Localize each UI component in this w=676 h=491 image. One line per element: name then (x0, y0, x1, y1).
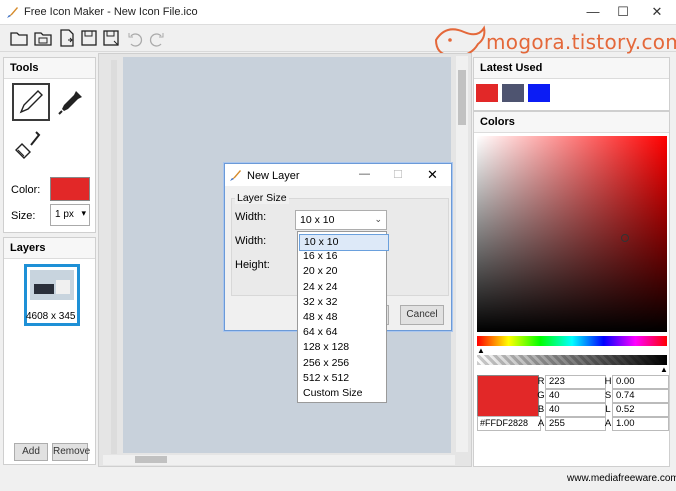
s-field[interactable]: 0.74 (612, 389, 669, 403)
add-layer-button[interactable]: Add (14, 443, 48, 461)
app-brush-icon (229, 168, 243, 185)
dropdown-option[interactable]: 48 x 48 (299, 310, 387, 325)
latest-swatch[interactable] (476, 84, 498, 102)
eyedropper-tool-icon[interactable] (54, 85, 88, 119)
b-label: B (537, 404, 545, 415)
l-label: L (605, 404, 611, 415)
b-field[interactable]: 40 (545, 403, 606, 417)
alpha-float-field[interactable]: 1.00 (612, 417, 669, 431)
h-field[interactable]: 0.00 (612, 375, 669, 389)
dropdown-option[interactable]: 24 x 24 (299, 280, 387, 295)
color-gradient-picker[interactable] (477, 136, 667, 332)
scroll-thumb[interactable] (135, 456, 167, 463)
hex-field[interactable]: #FFDF2828 (477, 416, 541, 431)
height-label: Height: (235, 259, 270, 271)
dialog-maximize-button[interactable]: ☐ (393, 168, 403, 181)
size-label: Size: (11, 210, 36, 222)
dialog-title-bar: New Layer — ☐ ✕ (225, 164, 451, 186)
new-file-icon[interactable] (56, 27, 78, 49)
layers-panel: Layers 4608 x 3456 Add Remove (3, 237, 96, 465)
r-field[interactable]: 223 (545, 375, 606, 389)
ruler-strip (111, 60, 117, 454)
undo-icon[interactable] (124, 27, 146, 49)
size-select[interactable]: 1 px ▾ (50, 204, 90, 226)
layer-image (30, 270, 74, 300)
dialog-close-button[interactable]: ✕ (427, 167, 438, 183)
size-preset-select[interactable]: 10 x 10 ⌄ (295, 210, 387, 230)
latest-used-header: Latest Used (474, 58, 669, 79)
picker-handle-icon[interactable] (621, 234, 629, 242)
save-as-icon[interactable] (100, 27, 122, 49)
size-preset-value: 10 x 10 (300, 214, 335, 226)
a-label: A (537, 418, 545, 429)
hue-marker-icon[interactable]: ▲ (477, 346, 485, 355)
size-value: 1 px (55, 209, 74, 220)
h-label: H (604, 376, 612, 387)
dropdown-option[interactable]: 256 x 256 (299, 356, 387, 371)
alpha-float-label: A (604, 418, 612, 429)
remove-layer-button[interactable]: Remove (52, 443, 90, 461)
latest-swatch[interactable] (502, 84, 524, 102)
open-folder-icon[interactable] (8, 27, 30, 49)
watermark-text: mogora.tistory.com (486, 30, 676, 54)
window-title: Free Icon Maker - New Icon File.ico (24, 6, 198, 18)
tools-panel: Tools Color: Size: 1 px ▾ (3, 57, 96, 233)
r-label: R (537, 376, 545, 387)
dropdown-option[interactable]: 128 x 128 (299, 340, 387, 355)
dropdown-option[interactable]: 64 x 64 (299, 325, 387, 340)
save-icon[interactable] (78, 27, 100, 49)
color-label: Color: (11, 184, 41, 196)
scroll-thumb[interactable] (458, 70, 466, 125)
dropdown-option[interactable]: Custom Size (299, 386, 387, 401)
colors-header: Colors (474, 112, 669, 133)
layers-header: Layers (4, 238, 95, 259)
latest-used-panel: Latest Used (473, 57, 670, 111)
vertical-scrollbar[interactable] (456, 56, 468, 452)
fill-tool-icon[interactable] (12, 128, 46, 162)
a-field[interactable]: 255 (545, 417, 606, 431)
layer-size-text: 4608 x 3456 (26, 311, 76, 322)
l-field[interactable]: 0.52 (612, 403, 669, 417)
latest-swatch[interactable] (528, 84, 550, 102)
width-label-2: Width: (235, 235, 267, 247)
s-label: S (604, 390, 612, 401)
dropdown-option[interactable]: 20 x 20 (299, 264, 387, 279)
hue-slider[interactable] (477, 336, 667, 346)
alpha-slider[interactable] (477, 355, 667, 365)
website-link[interactable]: www.mediafreeware.com (567, 473, 676, 484)
dropdown-option[interactable]: 512 x 512 (299, 371, 387, 386)
g-label: G (537, 390, 545, 401)
color-swatch[interactable] (50, 177, 90, 201)
app-brush-icon (6, 5, 20, 19)
dialog-title: New Layer (247, 170, 300, 182)
tools-header: Tools (4, 58, 95, 79)
dialog-minimize-button[interactable]: — (359, 168, 370, 180)
pen-tool-icon[interactable] (12, 83, 50, 121)
layer-thumbnail[interactable]: 4608 x 3456 (24, 264, 80, 326)
dropdown-option[interactable]: 16 x 16 (299, 249, 387, 264)
open-image-icon[interactable] (32, 27, 54, 49)
width-label: Width: (235, 211, 267, 223)
chevron-down-icon: ▾ (81, 208, 86, 218)
color-preview (477, 375, 539, 418)
dropdown-option[interactable]: 32 x 32 (299, 295, 387, 310)
colors-panel: Colors ▲ ▲ #FFDF2828 R 223 G 40 B 40 A 2… (473, 111, 670, 467)
chevron-down-icon: ⌄ (374, 214, 382, 224)
cancel-button[interactable]: Cancel (400, 305, 444, 325)
horizontal-scrollbar[interactable] (103, 455, 455, 465)
redo-icon[interactable] (146, 27, 168, 49)
alpha-marker-icon[interactable]: ▲ (660, 365, 668, 374)
layer-size-label: Layer Size (235, 192, 289, 204)
size-preset-dropdown: 10 x 10 16 x 16 20 x 20 24 x 24 32 x 32 48 x … (297, 231, 389, 403)
g-field[interactable]: 40 (545, 389, 606, 403)
